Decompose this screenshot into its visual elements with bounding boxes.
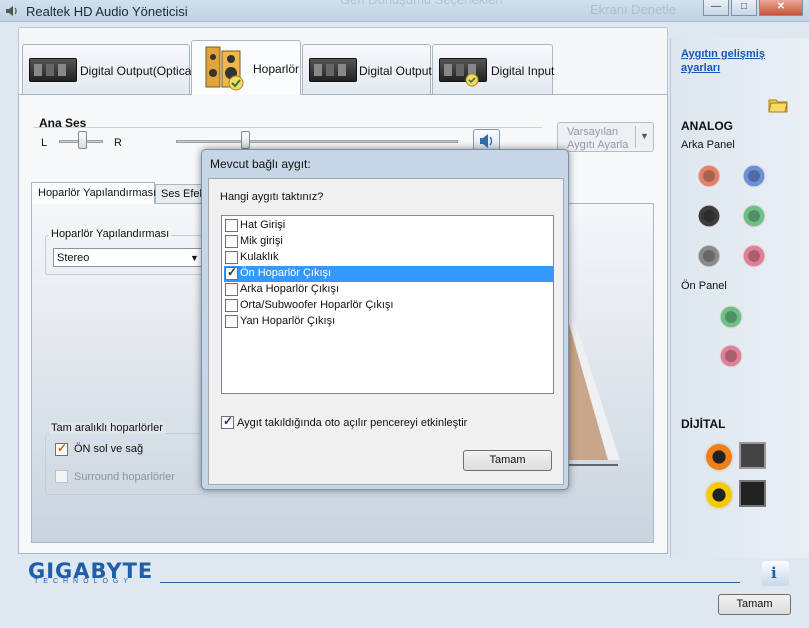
speaker-icon [6,6,17,16]
digital-device-icon [439,58,487,82]
list-item-checkbox[interactable] [225,315,238,328]
ok-button[interactable]: Tamam [718,594,791,615]
front-lr-checkbox[interactable] [55,441,68,456]
spdif-coaxial-jack[interactable] [704,442,734,472]
list-item-checkbox[interactable] [225,219,238,232]
analog-heading: ANALOG [681,119,733,133]
background-window-text: Ekranı Denetle [590,2,676,17]
balance-left-label: L [41,137,48,149]
list-item-label: Hat Girişi [240,219,286,231]
subtab-speaker-config[interactable]: Hoparlör Yapılandırması [31,182,157,204]
list-item-label: Kulaklık [240,251,279,263]
tab-label: Digital Output(Optical) [80,64,199,78]
advanced-settings-link[interactable]: Aygıtın gelişmiş [681,48,765,60]
list-item-checkbox[interactable] [225,235,238,248]
audio-jack[interactable] [741,203,767,229]
surround-label: Surround hoparlörler [74,471,175,483]
spdif-optical-jack[interactable] [739,442,766,469]
list-item-label: Arka Hoparlör Çıkışı [240,283,340,295]
dialog-question: Hangi aygıtı taktınız? [220,191,324,203]
right-panel: Aygıtın gelişmiş ayarları ANALOG Arka Pa… [670,38,809,558]
subtab-label: Hoparlör Yapılandırması [38,187,157,199]
back-panel-label: Arka Panel [681,139,735,151]
front-lr-label: ÖN sol ve sağ [74,443,144,455]
tab-label: Digital Input [491,64,555,78]
audio-jack[interactable] [696,243,722,269]
tab-label: Digital Output [359,64,432,78]
list-item-label: Orta/Subwoofer Hoparlör Çıkışı [240,299,394,311]
speaker-cabinet-icon [205,46,244,91]
dialog-ok-button[interactable]: Tamam [463,450,552,471]
chevron-down-icon: ▼ [640,131,649,141]
folder-icon[interactable] [767,94,789,114]
front-panel-label: Ön Panel [681,280,727,292]
audio-jack[interactable] [718,343,744,369]
list-item[interactable]: Mik girişi [224,234,553,250]
minimize-button[interactable]: — [703,0,729,16]
list-item[interactable]: Kulaklık [224,250,553,266]
device-list: Hat Girişi Mik girişi Kulaklık Ön Hoparlör … [221,215,554,394]
balance-slider[interactable] [78,131,87,149]
surround-checkbox[interactable] [55,470,68,483]
tab-digital-output[interactable]: Digital Output [302,44,432,94]
default-device-label: Varsayılan [567,126,619,138]
list-item[interactable]: Orta/Subwoofer Hoparlör Çıkışı [224,298,553,314]
tab-digital-output-optical[interactable]: Digital Output(Optical) [22,44,198,94]
volume-slider[interactable] [241,131,250,149]
connected-device-dialog: Mevcut bağlı aygıt: Hangi aygıtı taktını… [201,149,569,490]
list-item-label: Mik girişi [240,235,283,247]
audio-jack[interactable] [741,243,767,269]
list-item[interactable]: Arka Hoparlör Çıkışı [224,282,553,298]
list-item[interactable]: Yan Hoparlör Çıkışı [224,314,553,330]
autopopup-checkbox[interactable] [221,414,234,429]
list-item-checkbox[interactable] [225,265,238,280]
full-range-label: Tam aralıklı hoparlörler [49,422,165,434]
advanced-settings-link[interactable]: ayarları [681,62,720,74]
speaker-config-group-label: Hoparlör Yapılandırması [49,228,172,240]
audio-jack[interactable] [696,203,722,229]
list-item-label: Yan Hoparlör Çıkışı [240,315,336,327]
info-icon: i [771,564,777,582]
chevron-down-icon: ▼ [190,253,199,263]
dialog-body: Hangi aygıtı taktınız? Hat Girişi Mik gir… [208,178,564,485]
volume-track [176,140,458,143]
digital-heading: DİJİTAL [681,417,726,431]
divider [34,127,542,128]
window-title: Realtek HD Audio Yöneticisi [26,4,188,19]
close-button[interactable]: ✕ [759,0,803,16]
digital-device-icon [29,58,77,82]
autopopup-label: Aygıt takıldığında oto açılır pencereyi … [237,417,468,429]
list-item-checkbox[interactable] [225,283,238,296]
speaker-config-select[interactable]: Stereo ▼ [53,248,203,267]
audio-jack[interactable] [741,163,767,189]
list-item[interactable]: Hat Girişi [224,218,553,234]
list-item[interactable]: Ön Hoparlör Çıkışı [224,265,553,282]
audio-jack[interactable] [696,163,722,189]
default-device-button[interactable]: Varsayılan Aygıtı Ayarla ▼ [557,122,654,152]
tab-digital-input[interactable]: Digital Input [432,44,555,94]
speaker-config-value: Stereo [57,252,90,264]
list-item-checkbox[interactable] [225,251,238,264]
room-illustration [568,300,620,466]
default-device-label: Aygıtı Ayarla [567,139,629,151]
list-item-label: Ön Hoparlör Çıkışı [240,267,332,279]
background-window-text: Geri Dönüşümü Seçenekleri [340,0,503,14]
spdif-in-coaxial-jack[interactable] [704,480,734,510]
digital-device-icon [309,58,357,82]
balance-right-label: R [114,137,122,149]
list-item-checkbox[interactable] [225,299,238,312]
spdif-in-optical-jack[interactable] [739,480,766,507]
tab-hoparlor[interactable]: Hoparlör [191,40,301,95]
footer-line [160,582,740,583]
check-badge-icon [465,73,479,87]
title-bar: Realtek HD Audio Yöneticisi Geri Dönüşüm… [0,0,809,22]
dialog-title: Mevcut bağlı aygıt: [210,157,311,171]
brand-subtitle: TECHNOLOGY [34,578,134,585]
maximize-button[interactable]: □ [731,0,757,16]
tab-label: Hoparlör [253,62,300,76]
info-button[interactable]: i [762,561,789,586]
audio-jack[interactable] [718,304,744,330]
